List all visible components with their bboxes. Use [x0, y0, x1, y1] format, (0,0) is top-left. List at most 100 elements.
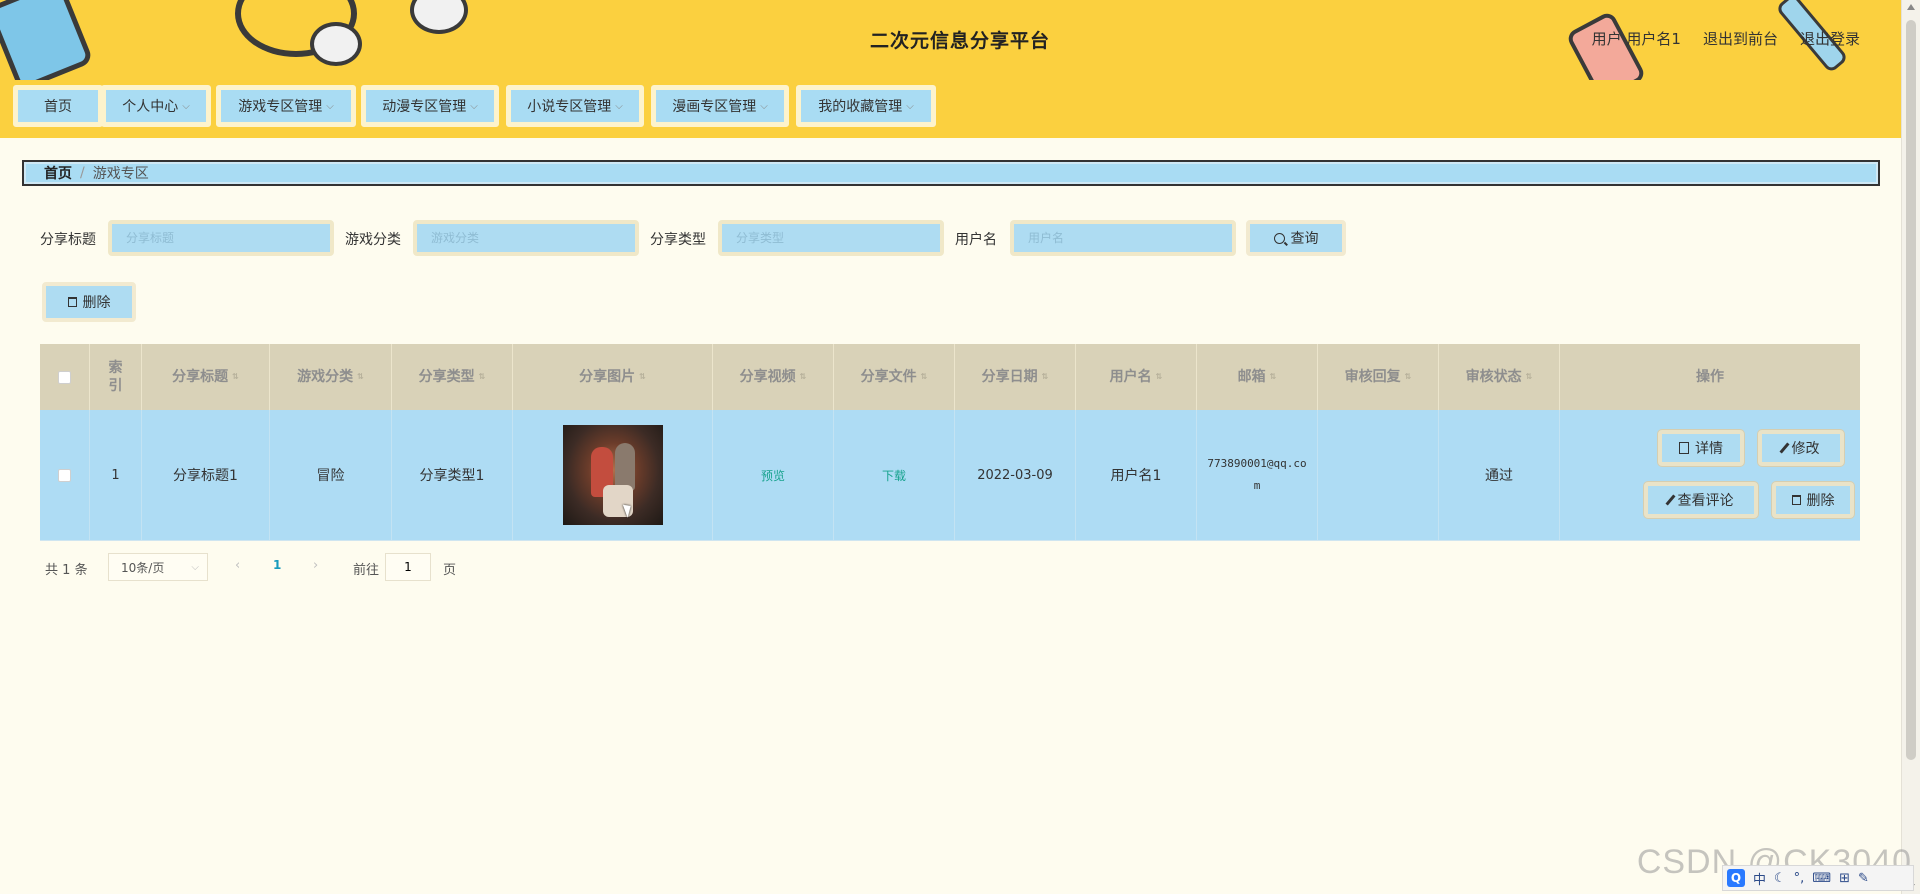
share-image-thumbnail[interactable]: [562, 425, 663, 525]
sort-icon: ⇅: [1404, 372, 1412, 381]
moon-icon[interactable]: ☾: [1774, 871, 1786, 886]
image-cell: [513, 410, 713, 540]
chevron-down-icon: ⌵: [760, 100, 768, 112]
ime-mode[interactable]: 中: [1753, 869, 1766, 888]
share-type-input[interactable]: [718, 220, 944, 256]
keyboard-icon[interactable]: ⌨: [1812, 871, 1831, 886]
grid-icon[interactable]: ⊞: [1839, 871, 1850, 886]
file-cell: 下载: [834, 410, 955, 540]
breadcrumb-current: 游戏专区: [92, 166, 149, 182]
wrench-icon[interactable]: ✎: [1858, 871, 1869, 886]
page-size-value: 10条/页: [121, 560, 165, 575]
column-header-game-category[interactable]: 游戏分类 ⇅: [270, 344, 392, 410]
share-type-label: 分享类型: [650, 232, 706, 248]
review-reply-cell: [1318, 410, 1439, 540]
page-number-button[interactable]: 1: [273, 558, 281, 572]
nav-item-game-management[interactable]: 游戏专区管理 ⌵: [216, 85, 356, 127]
column-header-image[interactable]: 分享图片 ⇅: [513, 344, 713, 410]
chevron-down-icon: ⌵: [615, 100, 623, 112]
chevron-down-icon: ⌵: [326, 100, 334, 112]
nav-item-novel-management[interactable]: 小说专区管理 ⌵: [506, 85, 644, 127]
sort-icon: ⇅: [799, 372, 807, 381]
sort-icon: ⇅: [232, 372, 239, 381]
detail-button-label: 详情: [1695, 441, 1723, 457]
sort-icon: ⇅: [920, 372, 928, 381]
vertical-scrollbar[interactable]: [1901, 0, 1920, 894]
column-header-label: 分享日期: [981, 369, 1038, 385]
pagination-total: 共 1 条: [45, 559, 88, 578]
ime-toolbar[interactable]: Q 中 ☾ °, ⌨ ⊞ ✎: [1722, 865, 1914, 891]
column-header-date[interactable]: 分享日期 ⇅: [955, 344, 1076, 410]
nav-item-label: 游戏专区管理: [238, 99, 323, 115]
share-type-cell: 分享类型1: [392, 410, 513, 540]
column-header-email[interactable]: 邮箱 ⇅: [1197, 344, 1318, 410]
scroll-up-icon[interactable]: [1907, 4, 1915, 10]
row-checkbox[interactable]: [58, 468, 71, 482]
column-header-label: 操作: [1696, 369, 1724, 385]
game-category-cell: 冒险: [270, 410, 392, 540]
column-header-file[interactable]: 分享文件 ⇅: [834, 344, 955, 410]
column-header-review-status[interactable]: 审核状态 ⇅: [1439, 344, 1560, 410]
username-filter-input[interactable]: [1010, 220, 1236, 256]
username-cell: 用户名1: [1076, 410, 1197, 540]
column-header-label: 邮箱: [1237, 369, 1266, 385]
edit-icon: [1664, 494, 1676, 506]
breadcrumb: 首页 / 游戏专区: [22, 160, 1880, 186]
view-comments-button[interactable]: 查看评论: [1644, 482, 1758, 518]
column-header-title[interactable]: 分享标题 ⇅: [142, 344, 270, 410]
nav-item-personal-center[interactable]: 个人中心 ⌵: [101, 85, 211, 127]
edit-button[interactable]: 修改: [1758, 430, 1844, 466]
nav-item-label: 漫画专区管理: [672, 99, 757, 115]
game-category-label: 游戏分类: [345, 232, 401, 248]
column-header-label: 分享标题: [172, 369, 229, 385]
query-button[interactable]: 查询: [1246, 220, 1346, 256]
nav-item-home[interactable]: 首页: [13, 85, 103, 127]
delete-button[interactable]: 删除: [1772, 482, 1854, 518]
video-preview-link[interactable]: 预览: [761, 467, 785, 484]
column-header-username[interactable]: 用户名 ⇅: [1076, 344, 1197, 410]
punctuation-icon[interactable]: °,: [1794, 871, 1805, 886]
share-title-input[interactable]: [108, 220, 334, 256]
prev-page-button[interactable]: ‹: [235, 558, 240, 573]
column-header-review-reply[interactable]: 审核回复 ⇅: [1318, 344, 1439, 410]
page-size-select[interactable]: 10条/页 ⌵: [108, 553, 208, 581]
nav-item-label: 我的收藏管理: [818, 99, 903, 115]
scrollbar-thumb[interactable]: [1906, 20, 1916, 760]
sort-icon: ⇅: [1155, 372, 1163, 381]
breadcrumb-home[interactable]: 首页: [44, 163, 72, 183]
goto-label: 前往: [353, 563, 380, 578]
chevron-down-icon: ⌵: [470, 100, 478, 112]
top-header: 二次元信息分享平台 用户 用户名1 退出到前台 退出登录: [0, 0, 1920, 82]
logout-link[interactable]: 退出登录: [1800, 28, 1860, 49]
breadcrumb-separator: /: [80, 165, 85, 181]
delete-button-label: 删除: [1806, 493, 1835, 509]
detail-button[interactable]: 详情: [1658, 430, 1744, 466]
page-unit-label: 页: [443, 563, 457, 578]
total-count: 1: [62, 563, 71, 578]
total-prefix: 共: [45, 563, 59, 578]
main-nav: 首页 个人中心 ⌵ 游戏专区管理 ⌵ 动漫专区管理 ⌵ 小说专区管理 ⌵ 漫画专区管理 ⌵…: [0, 80, 1920, 138]
user-label: 用户: [1591, 30, 1622, 48]
back-to-frontend-link[interactable]: 退出到前台: [1703, 28, 1778, 49]
actions-cell: 详情 修改 查看评论 删除: [1560, 410, 1860, 540]
sort-icon: ⇅: [1041, 372, 1049, 381]
chevron-down-icon: ⌵: [906, 100, 914, 112]
chevron-down-icon: ⌵: [182, 100, 190, 112]
game-category-input[interactable]: [413, 220, 639, 256]
nav-item-comic-management[interactable]: 漫画专区管理 ⌵: [651, 85, 789, 127]
column-header-share-type[interactable]: 分享类型 ⇅: [392, 344, 513, 410]
column-header-label: 用户名: [1109, 369, 1152, 385]
nav-item-anime-management[interactable]: 动漫专区管理 ⌵: [361, 85, 499, 127]
sort-icon: ⇅: [357, 372, 364, 381]
goto-page-input[interactable]: [385, 553, 431, 581]
view-comments-label: 查看评论: [1677, 493, 1734, 509]
file-download-link[interactable]: 下载: [882, 467, 906, 484]
next-page-button[interactable]: ›: [313, 558, 318, 573]
email-text: 773890001@qq.com: [1207, 457, 1307, 492]
nav-item-favorites-management[interactable]: 我的收藏管理 ⌵: [796, 85, 936, 127]
sort-icon: ⇅: [1269, 372, 1277, 381]
user-role-label: 用户 用户名1: [1592, 28, 1681, 49]
select-all-checkbox[interactable]: [58, 370, 71, 384]
column-header-video[interactable]: 分享视频 ⇅: [713, 344, 834, 410]
batch-delete-button[interactable]: 删除: [42, 282, 136, 322]
